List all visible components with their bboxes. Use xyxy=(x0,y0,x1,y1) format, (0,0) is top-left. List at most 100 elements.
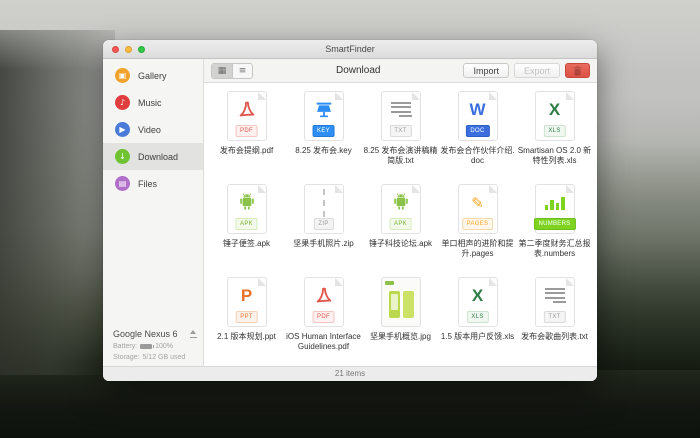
adobe-pdf-glyph xyxy=(313,285,335,307)
adobe-pdf-glyph xyxy=(236,99,258,121)
file-type-badge: ZIP xyxy=(313,218,333,230)
bar-chart-glyph xyxy=(545,196,565,210)
sidebar-item-music[interactable]: ♪ Music xyxy=(103,89,203,116)
desktop-background-cliff xyxy=(0,30,115,375)
excel-x-glyph: X xyxy=(472,286,483,306)
thumbnail-logo xyxy=(385,281,394,285)
doc-file-icon: W DOC xyxy=(458,91,498,141)
sidebar-item-label: Files xyxy=(138,179,157,189)
file-name: 发布会合作伙伴介绍.doc xyxy=(439,146,516,167)
file-tile[interactable]: APK 锤子科技论坛.apk xyxy=(362,184,439,277)
keynote-file-icon: KEY xyxy=(304,91,344,141)
close-button[interactable] xyxy=(112,46,119,53)
sidebar-item-video[interactable]: ▶ Video xyxy=(103,116,203,143)
excel-x-glyph: X xyxy=(549,100,560,120)
device-info: Google Nexus 6 Battery: 100% Storage: 5/… xyxy=(113,329,198,361)
gallery-icon: ▣ xyxy=(115,68,130,83)
file-name: 8.25 发布会.key xyxy=(295,146,351,156)
grid-view-button[interactable]: ▦ xyxy=(212,64,232,78)
sidebar-item-download[interactable]: ↓ Download xyxy=(103,143,203,170)
file-tile[interactable]: X XLS Smartisan OS 2.0 新特性列表.xls xyxy=(516,91,593,184)
window-title: SmartFinder xyxy=(103,40,597,58)
file-name: 单口相声的进阶和提升.pages xyxy=(439,239,516,260)
numbers-file-icon: NUMBERS xyxy=(535,184,575,234)
apk-file-icon: APK xyxy=(381,184,421,234)
file-tile[interactable]: KEY 8.25 发布会.key xyxy=(285,91,362,184)
file-name: Smartisan OS 2.0 新特性列表.xls xyxy=(516,146,593,167)
zip-file-icon: ZIP xyxy=(304,184,344,234)
delete-button[interactable] xyxy=(565,63,590,78)
sidebar-item-files[interactable]: ▤ Files xyxy=(103,170,203,197)
file-tile[interactable]: P PPT 2.1 版本规划.ppt xyxy=(208,277,285,366)
file-tile[interactable]: ZIP 坚果手机照片.zip xyxy=(285,184,362,277)
file-type-badge: APK xyxy=(389,218,412,230)
list-view-button[interactable]: ≡ xyxy=(232,64,252,78)
battery-icon xyxy=(140,344,152,350)
desktop-background-trees xyxy=(585,140,700,370)
status-bar: 21 items xyxy=(103,366,597,381)
file-type-badge: PDF xyxy=(235,125,258,137)
file-tile[interactable]: X XLS 1.5 版本用户反馈.xls xyxy=(439,277,516,366)
file-type-badge: APK xyxy=(235,218,258,230)
main-panel: ▦ ≡ Download Import Export xyxy=(204,59,597,366)
titlebar[interactable]: SmartFinder xyxy=(103,40,597,59)
sidebar-item-label: Download xyxy=(138,152,178,162)
file-name: 1.5 版本用户反馈.xls xyxy=(441,332,514,342)
file-tile[interactable]: W DOC 发布会合作伙伴介绍.doc xyxy=(439,91,516,184)
import-button[interactable]: Import xyxy=(463,63,509,78)
file-type-badge: PAGES xyxy=(462,218,494,230)
items-count: 21 items xyxy=(335,369,365,378)
file-tile[interactable]: NUMBERS 第二季度财务汇总报表.numbers xyxy=(516,184,593,277)
file-tile[interactable]: TXT 发布会歌曲列表.txt xyxy=(516,277,593,366)
pages-file-icon: ✎ PAGES xyxy=(458,184,498,234)
txt-file-icon: TXT xyxy=(381,91,421,141)
zoom-button[interactable] xyxy=(138,46,145,53)
phone-back-graphic xyxy=(403,291,414,318)
file-name: 第二季度财务汇总报表.numbers xyxy=(516,239,593,260)
view-toggle: ▦ ≡ xyxy=(211,63,253,79)
battery-label: Battery: xyxy=(113,343,137,350)
txt-file-icon: TXT xyxy=(535,277,575,327)
file-name: 锤子便签.apk xyxy=(223,239,270,249)
file-type-badge: TXT xyxy=(543,311,565,323)
file-name: 坚果手机照片.zip xyxy=(293,239,353,249)
minimize-button[interactable] xyxy=(125,46,132,53)
powerpoint-p-glyph: P xyxy=(241,286,252,306)
file-tile[interactable]: TXT 8.25 发布会演讲稿精简版.txt xyxy=(362,91,439,184)
file-name: 2.1 版本规划.ppt xyxy=(217,332,276,342)
traffic-lights xyxy=(112,46,145,53)
file-tile[interactable]: APK 锤子便签.apk xyxy=(208,184,285,277)
file-name: 发布会提纲.pdf xyxy=(220,146,273,156)
sidebar-item-gallery[interactable]: ▣ Gallery xyxy=(103,62,203,89)
file-type-badge: XLS xyxy=(543,125,565,137)
file-type-badge: TXT xyxy=(389,125,411,137)
storage-value: 5/12 GB used xyxy=(142,354,185,361)
android-robot-glyph xyxy=(236,192,258,214)
file-name: iOS Human Interface Guidelines.pdf xyxy=(285,332,362,353)
file-tile[interactable]: 坚果手机概览.jpg xyxy=(362,277,439,366)
file-type-badge: PPT xyxy=(235,311,258,323)
file-grid: PDF 发布会提纲.pdf KEY 8.25 发布会.key xyxy=(204,83,597,366)
sidebar-item-label: Video xyxy=(138,125,161,135)
file-tile[interactable]: ✎ PAGES 单口相声的进阶和提升.pages xyxy=(439,184,516,277)
pencil-glyph: ✎ xyxy=(471,194,484,212)
files-icon: ▤ xyxy=(115,176,130,191)
android-robot-glyph xyxy=(390,192,412,214)
toolbar: ▦ ≡ Download Import Export xyxy=(204,59,597,83)
file-tile[interactable]: PDF iOS Human Interface Guidelines.pdf xyxy=(285,277,362,366)
file-name: 坚果手机概览.jpg xyxy=(370,332,431,342)
storage-label: Storage: xyxy=(113,354,139,361)
trash-icon xyxy=(573,66,582,76)
toolbar-title: Download xyxy=(253,65,463,76)
file-type-badge: PDF xyxy=(312,311,335,323)
xls-file-icon: X XLS xyxy=(458,277,498,327)
export-button[interactable]: Export xyxy=(514,63,560,78)
file-tile[interactable]: PDF 发布会提纲.pdf xyxy=(208,91,285,184)
file-type-badge: NUMBERS xyxy=(533,218,575,230)
smartfinder-window: SmartFinder ▣ Gallery ♪ Music ▶ Video ↓ xyxy=(103,40,597,381)
ppt-file-icon: P PPT xyxy=(227,277,267,327)
eject-icon[interactable] xyxy=(189,330,198,338)
download-icon: ↓ xyxy=(115,149,130,164)
file-name: 发布会歌曲列表.txt xyxy=(521,332,588,342)
pdf-file-icon: PDF xyxy=(227,91,267,141)
